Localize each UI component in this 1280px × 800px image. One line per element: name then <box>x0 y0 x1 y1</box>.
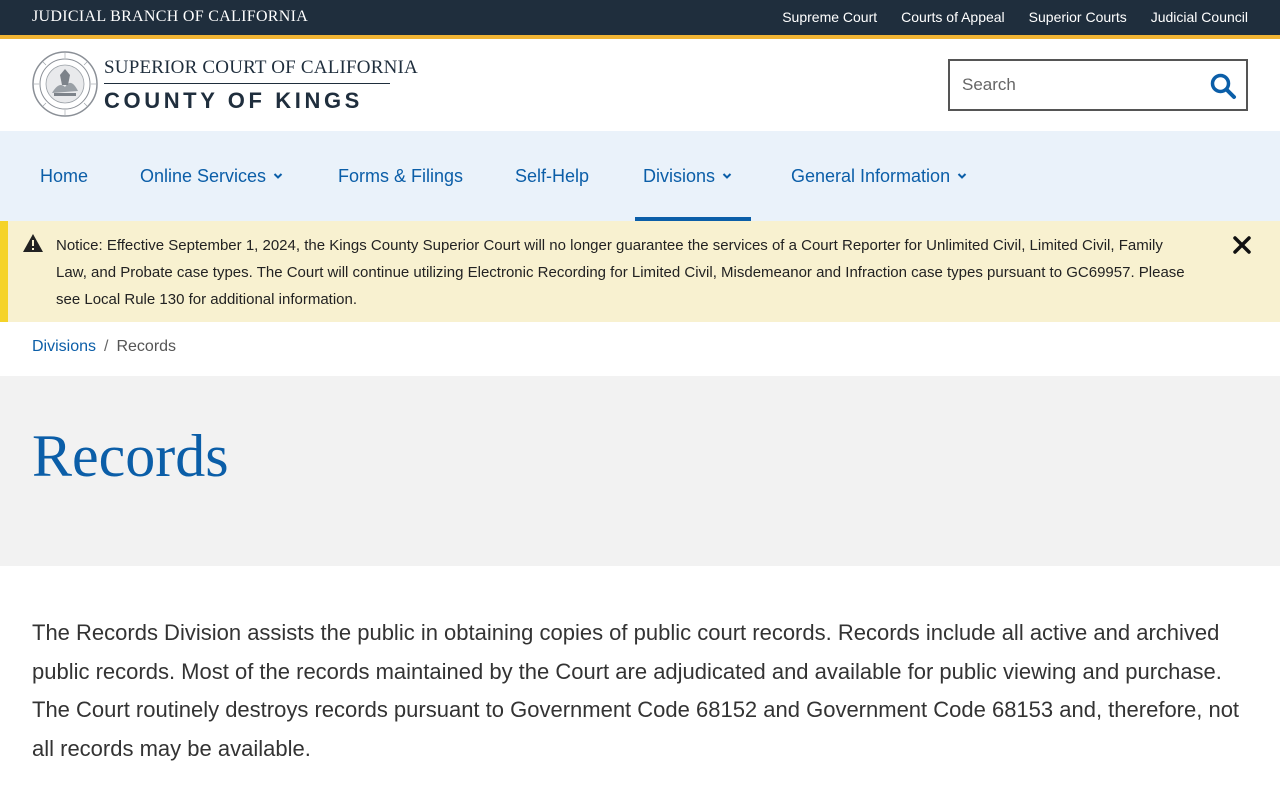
intro-paragraph: The Records Division assists the public … <box>32 620 1240 761</box>
judicial-branch-bar: JUDICIAL BRANCH OF CALIFORNIA Supreme Co… <box>0 0 1280 35</box>
breadcrumb: Divisions / Records <box>32 338 176 356</box>
breadcrumb-separator: / <box>104 338 109 355</box>
breadcrumb-current: Records <box>116 338 177 355</box>
top-link-judicial-council[interactable]: Judicial Council <box>1151 9 1248 25</box>
breadcrumb-divisions-link[interactable]: Divisions <box>32 338 96 356</box>
nav-item-label: General Information <box>791 165 951 186</box>
nav-item-self-help[interactable]: Self-Help <box>515 131 589 221</box>
nav-item-label: Online Services <box>140 165 267 186</box>
notice-text: Notice: Effective September 1, 2024, the… <box>56 237 1185 308</box>
nav-item-divisions[interactable]: Divisions <box>643 131 732 221</box>
nav-item-general-information[interactable]: General Information <box>791 131 967 221</box>
top-link-superior-courts[interactable]: Superior Courts <box>1029 9 1127 25</box>
search-box <box>948 59 1248 111</box>
warning-icon <box>23 234 43 252</box>
nav-item-forms-filings[interactable]: Forms & Filings <box>338 131 463 221</box>
logo-court-name: SUPERIOR COURT OF CALIFORNIA <box>104 57 418 78</box>
nav-item-online-services[interactable]: Online Services <box>140 131 283 221</box>
top-link-courts-of-appeal[interactable]: Courts of Appeal <box>901 9 1005 25</box>
nav-item-label: Divisions <box>643 165 716 186</box>
branch-title: JUDICIAL BRANCH OF CALIFORNIA <box>32 8 309 25</box>
chevron-down-icon <box>957 173 967 179</box>
top-links: Supreme Court Courts of Appeal Superior … <box>782 9 1248 25</box>
search-icon <box>1210 73 1236 99</box>
main-nav: Home Online Services Forms & Filings Sel… <box>0 131 1280 221</box>
notice-alert: Notice: Effective September 1, 2024, the… <box>0 221 1280 322</box>
top-link-supreme-court[interactable]: Supreme Court <box>782 9 877 25</box>
close-icon[interactable] <box>1230 233 1254 257</box>
page-title: Records <box>32 423 229 489</box>
nav-item-label: Home <box>40 165 89 186</box>
nav-item-label: Self-Help <box>515 165 590 186</box>
page-title-band: Records <box>0 376 1280 566</box>
nav-item-label: Forms & Filings <box>338 165 464 186</box>
search-button[interactable] <box>1208 71 1238 101</box>
nav-item-home[interactable]: Home <box>40 131 88 221</box>
search-input[interactable] <box>962 73 1202 97</box>
logo-county-name: COUNTY OF KINGS <box>104 88 363 113</box>
site-header: SUPERIOR COURT OF CALIFORNIA COUNTY OF K… <box>0 39 1280 131</box>
chevron-down-icon <box>722 173 732 179</box>
notice-stripe <box>0 221 8 322</box>
chevron-down-icon <box>273 173 283 179</box>
logo-divider <box>104 83 390 84</box>
court-seal-icon <box>32 51 98 117</box>
